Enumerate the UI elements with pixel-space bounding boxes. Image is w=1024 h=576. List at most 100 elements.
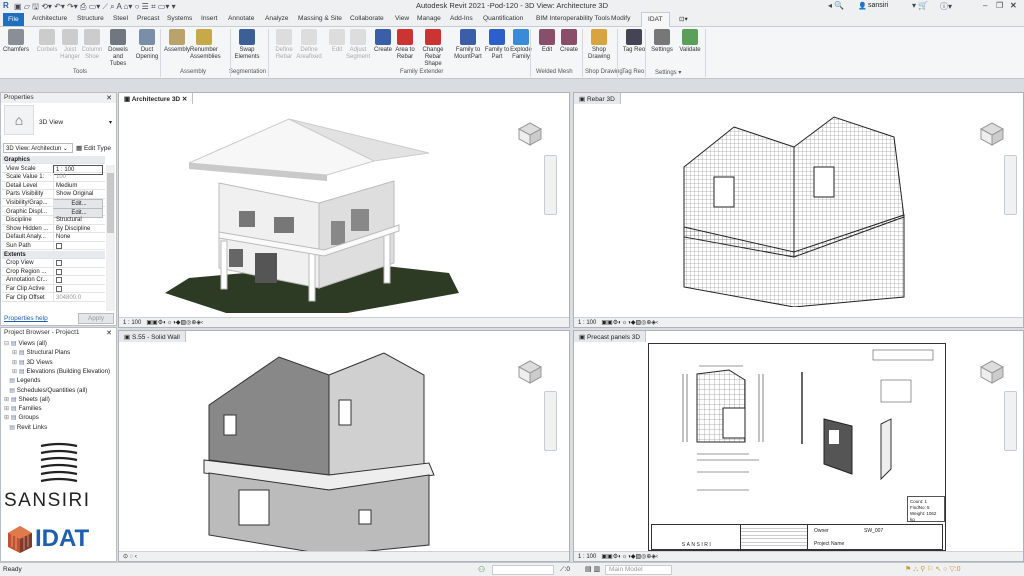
property-value[interactable]: 304800.0	[53, 293, 103, 302]
property-group[interactable]: Graphics	[2, 156, 105, 165]
view-architecture-3d[interactable]: ▣ Architecture 3D ✕ 1 : 100 ▣▣⚙◐☼◑◆▧◎⊕◈‹	[118, 92, 570, 328]
tab-analyze[interactable]: Analyze	[262, 14, 291, 23]
tab-view[interactable]: View	[392, 14, 412, 23]
property-value[interactable]: 100	[53, 173, 103, 182]
ribbon-button-tag-reo[interactable]: Tag Reo	[620, 29, 648, 54]
navigation-bar[interactable]	[544, 391, 557, 451]
user-name[interactable]: sansiri	[868, 2, 888, 9]
tab-file[interactable]: File	[3, 13, 24, 26]
expand-icon[interactable]: ⊞	[4, 414, 9, 421]
ribbon-button-define-areafixed[interactable]: Define Areafixed	[295, 29, 323, 61]
view-control-bar[interactable]: ⊙ ◌ ‹	[119, 551, 569, 561]
expand-icon[interactable]: ⊞	[12, 359, 17, 366]
tab-systems[interactable]: Systems	[164, 14, 195, 23]
close-button[interactable]: ✕	[1010, 1, 1017, 10]
worksets-icon[interactable]: ⚇	[478, 565, 485, 574]
tab-solid-wall[interactable]: ▣ S.55 - Solid Wall	[119, 331, 186, 342]
panel-label[interactable]: Settings ▾	[655, 69, 681, 76]
property-value[interactable]: None	[53, 233, 103, 242]
view-scale-label[interactable]: 1 : 100	[578, 554, 596, 560]
tab-architecture-3d[interactable]: ▣ Architecture 3D ✕	[119, 93, 194, 104]
viewcube-icon[interactable]	[979, 359, 1005, 385]
tab-idat[interactable]: IDAT	[641, 12, 670, 27]
browser-item[interactable]: ⊞ ▤ Elevations (Building Elevation)	[12, 368, 110, 375]
tab-massing-site[interactable]: Massing & Site	[295, 14, 345, 23]
tab-precast[interactable]: Precast	[134, 14, 162, 23]
ribbon-button-shop-drawing[interactable]: Shop Drawing	[585, 29, 613, 61]
tab-collaborate[interactable]: Collaborate	[347, 14, 387, 23]
viewcube-icon[interactable]	[517, 121, 543, 147]
tab-modify[interactable]: Modify	[608, 14, 633, 23]
ribbon-button-chamfers[interactable]: Chamfers	[2, 29, 30, 54]
view-rebar-3d[interactable]: ▣ Rebar 3D 1 : 100 ▣▣⚙◐☼◑◆▧◎⊕◈‹	[573, 92, 1024, 328]
tab-insert[interactable]: Insert	[198, 14, 221, 23]
close-icon[interactable]: ✕	[106, 329, 112, 337]
help-icon[interactable]: ⓘ▾	[940, 1, 952, 12]
tab-structure[interactable]: Structure	[74, 14, 107, 23]
cart-icon[interactable]: ▾ 🛒	[912, 1, 928, 10]
tab-annotate[interactable]: Annotate	[225, 14, 257, 23]
ribbon-button-duct-opening[interactable]: Duct Opening	[133, 29, 161, 61]
expand-icon[interactable]: ⊟	[4, 340, 9, 347]
ribbon-button-create[interactable]: Create	[555, 29, 583, 54]
tab-add-ins[interactable]: Add-Ins	[447, 14, 476, 23]
apply-button[interactable]: Apply	[78, 313, 114, 324]
browser-item[interactable]: ⊞ ▤ Sheets (all)	[4, 396, 50, 403]
view-scale-label[interactable]: 1 : 100	[578, 320, 596, 326]
view-solid-wall[interactable]: ▣ S.55 - Solid Wall ⊙ ◌ ‹	[118, 330, 570, 562]
expand-icon[interactable]: ⊞	[4, 405, 9, 412]
property-value[interactable]: Medium	[53, 181, 103, 190]
tab-bim-interoperability-tools[interactable]: BIM Interoperability Tools	[533, 14, 613, 23]
browser-item[interactable]: ▤ Legends	[4, 377, 40, 384]
property-value[interactable]: Structural	[53, 216, 103, 225]
view-control-bar[interactable]: 1 : 100 ▣▣⚙◐☼◑◆▧◎⊕◈‹	[574, 317, 1023, 327]
browser-item[interactable]: ⊞ ▤ 3D Views	[12, 359, 53, 366]
ribbon-button-family-to-mountpart[interactable]: Family to MountPart	[454, 29, 482, 61]
workset-dropdown[interactable]	[492, 565, 554, 575]
ribbon-button-validate[interactable]: Validate	[676, 29, 704, 54]
properties-help-link[interactable]: Properties help	[4, 315, 48, 322]
expand-icon[interactable]: ⊞	[4, 396, 9, 403]
tab-precast-panels-3d[interactable]: ▣ Precast panels 3D	[574, 331, 647, 342]
minimize-button[interactable]: –	[983, 1, 987, 10]
edit-type-button[interactable]: ▦ Edit Type	[76, 144, 111, 152]
browser-item[interactable]: ⊞ ▤ Structural Plans	[12, 349, 70, 356]
search-icon[interactable]: ◂ 🔍	[828, 1, 844, 10]
ribbon-button-column-shoe[interactable]: Column Shoe	[78, 29, 106, 61]
property-value[interactable]: Show Original	[53, 190, 103, 199]
expand-icon[interactable]: ⊞	[12, 368, 17, 375]
viewcube-icon[interactable]	[979, 121, 1005, 147]
view-precast-panels-3d[interactable]: ▣ Precast panels 3D Count: 1 FindNo: 5 W…	[573, 330, 1024, 562]
browser-item[interactable]: ⊞ ▤ Groups	[4, 414, 39, 421]
property-value[interactable]: By Discipline	[53, 224, 103, 233]
ribbon-button-renumber-assemblies[interactable]: Renumber Assemblies	[190, 29, 221, 61]
ribbon-button-settings[interactable]: Settings	[648, 29, 676, 54]
ribbon-button-define-rebar[interactable]: Define Rebar	[270, 29, 298, 61]
viewcube-icon[interactable]	[517, 359, 543, 385]
instance-filter-dropdown[interactable]: 3D View: Architectun ⌄	[3, 143, 73, 153]
editable-only-indicator[interactable]: ⟋:0	[560, 566, 570, 574]
tab-architecture[interactable]: Architecture	[29, 14, 70, 23]
model-dropdown[interactable]: Main Model	[605, 565, 672, 575]
expand-icon[interactable]: ⊞	[12, 349, 17, 356]
properties-scrollbar[interactable]	[106, 165, 115, 311]
view-scale-label[interactable]: 1 : 100	[123, 320, 141, 326]
ribbon-button-swap-elements[interactable]: Swap Elements	[233, 29, 261, 61]
navigation-bar[interactable]	[1004, 391, 1017, 451]
tab-quantification[interactable]: Quantification	[480, 14, 526, 23]
navigation-bar[interactable]	[1004, 155, 1017, 215]
expand-icon[interactable]	[4, 377, 7, 384]
selection-filters-icons[interactable]: ⚑ ⛬ ⚲ ⚐ ↖ ○ ▽:0	[905, 565, 961, 574]
browser-item[interactable]: ▤ Revit Links	[4, 424, 47, 431]
tab-manage[interactable]: Manage	[414, 14, 444, 23]
property-group[interactable]: Extents	[2, 250, 105, 259]
expand-icon[interactable]	[4, 424, 7, 431]
close-icon[interactable]: ✕	[106, 94, 112, 102]
view-control-bar[interactable]: 1 : 100 ▣▣⚙◐☼◑◆▧◎⊕◈‹	[119, 317, 569, 327]
tab-rebar-3d[interactable]: ▣ Rebar 3D	[574, 93, 621, 104]
chevron-down-icon[interactable]: ▾	[109, 119, 112, 126]
tab-steel[interactable]: Steel	[110, 14, 131, 23]
user-icon[interactable]: 👤	[858, 2, 867, 10]
design-options-icon[interactable]: ▤ ▥	[585, 565, 600, 573]
browser-item[interactable]: ⊟ ▤ Views (all)	[4, 340, 47, 347]
